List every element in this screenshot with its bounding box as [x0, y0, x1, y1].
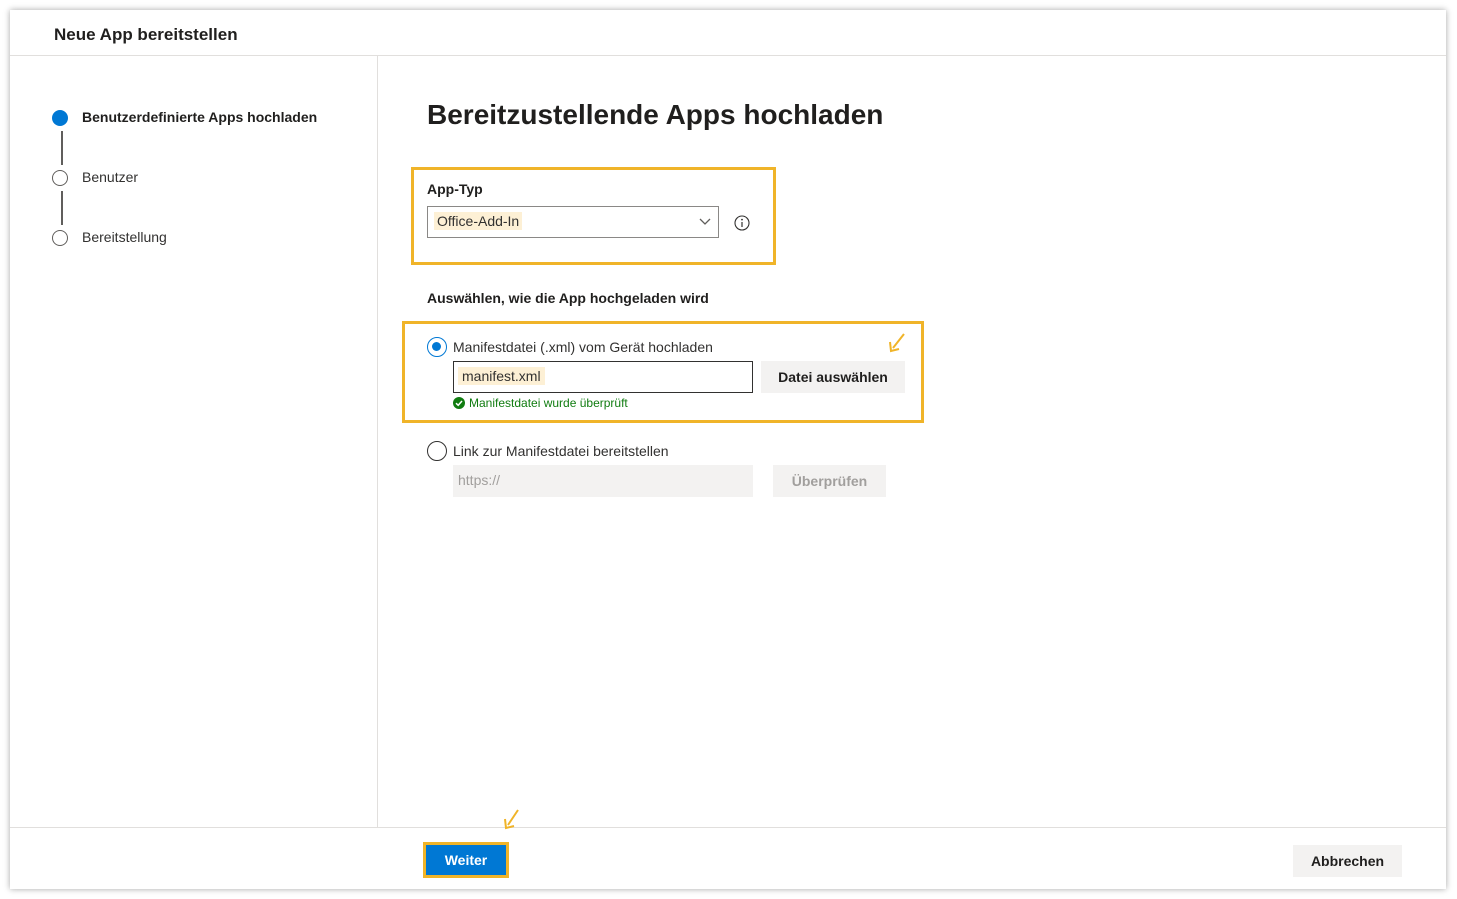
step-label: Benutzer — [82, 169, 139, 185]
manifest-url-placeholder: https:// — [458, 472, 501, 488]
next-button[interactable]: Weiter — [426, 845, 506, 875]
dialog: Neue App bereitstellen Benutzerdefiniert… — [10, 10, 1446, 889]
step-active-dot-icon — [52, 110, 68, 126]
step-connector — [61, 191, 63, 225]
success-check-icon — [453, 397, 465, 409]
dialog-footer — [10, 827, 1446, 889]
dialog-header: Neue App bereitstellen — [10, 10, 1446, 56]
chevron-down-icon — [699, 218, 711, 225]
verify-button[interactable]: Überprüfen — [773, 465, 886, 497]
info-icon[interactable] — [734, 215, 750, 231]
step-inactive-dot-icon — [52, 230, 68, 246]
manifest-link-radio[interactable] — [427, 441, 447, 461]
upload-method-label: Auswählen, wie die App hochgeladen wird — [427, 290, 709, 306]
manifest-file-value: manifest.xml — [458, 367, 545, 385]
choose-file-button[interactable]: Datei auswählen — [761, 361, 905, 393]
step-connector — [61, 131, 63, 165]
wizard-steps: Benutzerdefinierte Apps hochladen Benutz… — [10, 56, 378, 827]
validation-status: Manifestdatei wurde überprüft — [453, 396, 628, 410]
cancel-button[interactable]: Abbrechen — [1293, 845, 1402, 877]
step-label: Benutzerdefinierte Apps hochladen — [82, 109, 318, 125]
manifest-link-label: Link zur Manifestdatei bereitstellen — [453, 443, 669, 459]
app-type-dropdown[interactable]: Office-Add-In — [427, 206, 719, 238]
annotation-arrow-icon — [504, 809, 519, 830]
app-type-label: App-Typ — [427, 181, 483, 197]
validation-status-text: Manifestdatei wurde überprüft — [469, 396, 628, 410]
manifest-url-input[interactable]: https:// — [453, 465, 753, 497]
step-inactive-dot-icon — [52, 170, 68, 186]
manifest-file-field[interactable]: manifest.xml — [453, 361, 753, 393]
page-title: Bereitzustellende Apps hochladen — [427, 99, 884, 130]
upload-file-radio[interactable] — [427, 337, 447, 357]
annotation-arrow-icon — [889, 333, 905, 353]
upload-file-label: Manifestdatei (.xml) vom Gerät hochladen — [453, 339, 713, 355]
step-label: Bereitstellung — [82, 229, 167, 245]
app-type-value: Office-Add-In — [434, 212, 523, 230]
dialog-title: Neue App bereitstellen — [54, 25, 238, 44]
